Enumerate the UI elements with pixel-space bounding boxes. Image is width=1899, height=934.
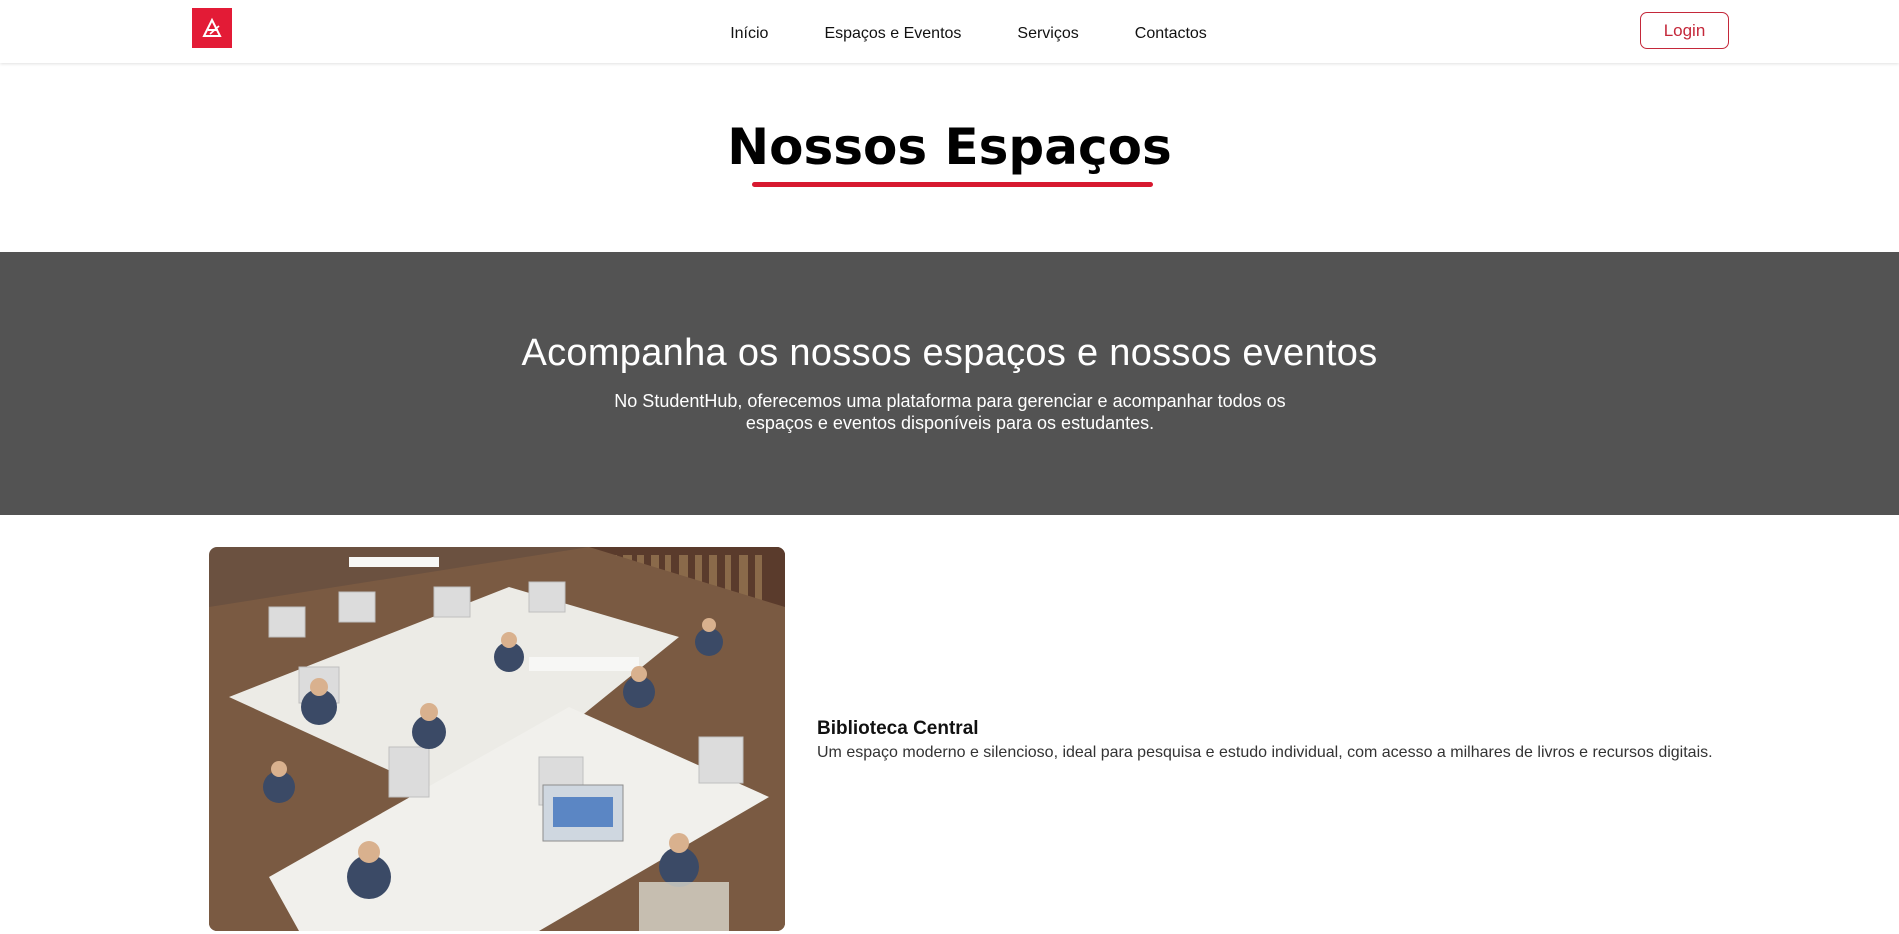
main-nav: Início Espaços e Eventos Serviços Contac… — [0, 0, 1899, 63]
nav-link-inicio[interactable]: Início — [730, 25, 768, 43]
title-underline — [752, 182, 1153, 187]
nav-link-espacos-eventos[interactable]: Espaços e Eventos — [824, 25, 961, 43]
navbar: Início Espaços e Eventos Serviços Contac… — [0, 0, 1899, 63]
space-card-info: Biblioteca Central Um espaço moderno e s… — [817, 718, 1713, 762]
login-button[interactable]: Login — [1640, 12, 1729, 49]
nav-link-contactos[interactable]: Contactos — [1135, 25, 1207, 43]
space-description: Um espaço moderno e silencioso, ideal pa… — [817, 744, 1713, 761]
intro-banner: Acompanha os nossos espaços e nossos eve… — [0, 252, 1899, 515]
space-name: Biblioteca Central — [817, 718, 979, 739]
space-photo-biblioteca — [209, 547, 785, 931]
banner-heading: Acompanha os nossos espaços e nossos eve… — [521, 332, 1378, 374]
nav-link-servicos[interactable]: Serviços — [1017, 25, 1078, 43]
page-title: Nossos Espaços — [727, 118, 1172, 176]
banner-text: No StudentHub, oferecemos uma plataforma… — [614, 391, 1286, 433]
